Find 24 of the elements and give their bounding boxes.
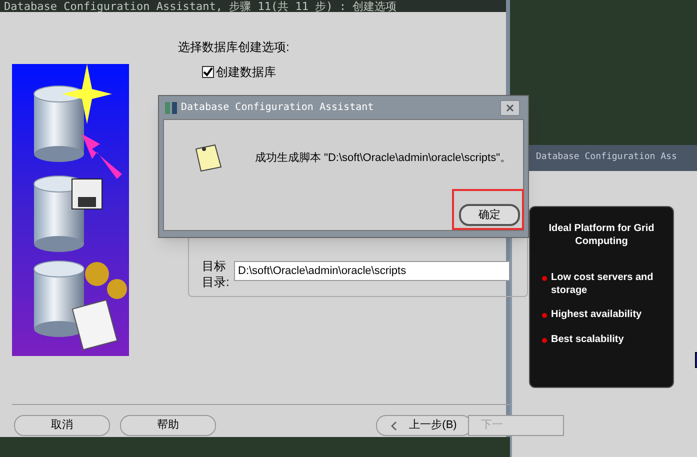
note-icon: [193, 143, 223, 173]
target-field[interactable]: D:\soft\Oracle\admin\oracle\scripts: [234, 261, 510, 281]
window-title: Database Configuration Assistant, 步骤 11(共 11 步) : 创建选项: [4, 1, 397, 12]
dialog-title: Database Configuration Assistant: [181, 101, 374, 115]
close-icon: [506, 104, 514, 112]
promo-item: Highest availability: [551, 309, 642, 322]
close-button[interactable]: [500, 100, 520, 116]
bullet-icon: [542, 338, 547, 342]
bullet-icon: [542, 276, 547, 281]
app-icon: [165, 100, 177, 114]
back-chevron-icon: [391, 420, 398, 430]
dialog-message: 成功生成脚本 "D:\soft\Oracle\admin\oracle\scripts"。: [255, 151, 511, 166]
promo-item: Low cost servers and storage: [551, 272, 654, 297]
wizard-button[interactable]: 取消: [14, 415, 110, 436]
window-title: Database Configuration Ass: [536, 151, 677, 164]
target-label: 目标目录:: [202, 258, 230, 290]
wizard-button[interactable]: 帮助: [120, 415, 216, 436]
bullet-icon: [542, 313, 547, 318]
promo-item: Best scalability: [551, 334, 624, 346]
option-checkbox[interactable]: 创建数据库: [202, 63, 276, 81]
options-prompt: 选择数据库创建选项:: [178, 39, 290, 56]
promo-title: Ideal Platform for Grid Computing: [548, 223, 656, 248]
ok-button[interactable]: 确定: [459, 204, 520, 226]
checkbox[interactable]: [202, 66, 214, 78]
